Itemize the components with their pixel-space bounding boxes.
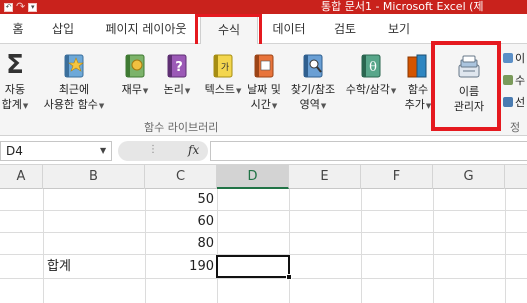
recently-used-button[interactable]: 최근에 사용한 함수▼ (38, 52, 110, 114)
coins-book-icon (125, 54, 145, 78)
group-divider (433, 50, 434, 130)
cell-c4[interactable]: 190 (145, 256, 217, 277)
stacked-books-icon (407, 54, 427, 78)
create-from-selection-icon (503, 97, 513, 107)
magnifier-book-icon (303, 54, 323, 78)
svg-text:?: ? (175, 60, 183, 75)
col-divider (361, 189, 362, 303)
col-divider (43, 189, 44, 303)
col-divider (217, 189, 218, 303)
col-divider (505, 189, 506, 303)
financial-label: 재무▼ (121, 83, 149, 96)
more-functions-label-1: 함수 (407, 83, 429, 96)
theta-book-icon: θ (361, 54, 381, 78)
formula-bar-dots[interactable]: ⋮ (148, 141, 159, 159)
cell-c2[interactable]: 60 (145, 211, 217, 232)
worksheet-grid: A B C D E F G 50 60 80 합계 190 (0, 165, 527, 303)
quick-access-toolbar: ↶ ↷ ▾ (0, 0, 38, 14)
more-functions-label-2: 추가▼ (404, 98, 432, 111)
create-from-selection-button[interactable]: 선 (503, 94, 525, 110)
formula-bar: D4 ▼ ⋮ fx (0, 137, 527, 165)
tab-page-layout[interactable]: 페이지 레이아웃 (98, 14, 194, 44)
svg-text:θ: θ (369, 60, 377, 75)
excel-window: ↶ ↷ ▾ 통합 문서1 - Microsoft Excel (제 홈 삽입 페… (0, 0, 527, 303)
date-time-label-1: 날짜 및 (247, 83, 281, 96)
insert-function-icon[interactable]: fx (188, 141, 199, 159)
define-name-label: 이 (515, 52, 526, 65)
autosum-button[interactable]: Σ 자동 합계▼ (0, 50, 30, 114)
column-header-c[interactable]: C (145, 165, 217, 189)
autosum-label-1: 자동 (4, 83, 26, 96)
column-headers: A B C D E F G (0, 165, 527, 189)
fill-handle[interactable] (286, 274, 292, 280)
use-in-formula-label: 수 (515, 74, 526, 87)
recent-label-1: 최근에 (58, 83, 90, 96)
tab-review[interactable]: 검토 (327, 14, 363, 44)
tab-home[interactable]: 홈 (6, 14, 30, 44)
math-trig-button[interactable]: θ 수학/삼각▼ (342, 52, 400, 99)
math-trig-label: 수학/삼각▼ (345, 83, 397, 96)
name-box[interactable]: D4 (0, 141, 112, 161)
text-book-icon: 가 (213, 54, 233, 78)
star-book-icon (64, 54, 84, 78)
active-cell-d4[interactable] (216, 255, 290, 278)
row-divider (0, 232, 527, 233)
window-title: 통합 문서1 - Microsoft Excel (제 (321, 0, 484, 13)
redo-button[interactable]: ↷ (16, 0, 25, 14)
date-time-label-2: 시간▼ (250, 98, 278, 111)
text-button[interactable]: 가 텍스트▼ (200, 52, 246, 99)
question-book-icon: ? (167, 54, 187, 78)
ribbon-tabs: 홈 삽입 페이지 레이아웃 수식 데이터 검토 보기 (0, 14, 527, 44)
financial-button[interactable]: 재무▼ (118, 52, 152, 99)
tab-data[interactable]: 데이터 (266, 14, 312, 44)
cell-c1[interactable]: 50 (145, 189, 217, 210)
tab-formulas[interactable]: 수식 (200, 14, 258, 44)
name-manager-icon (458, 55, 480, 78)
column-header-d[interactable]: D (217, 165, 289, 189)
function-library-group-label: 함수 라이브러리 (144, 121, 219, 134)
formula-input[interactable] (210, 141, 527, 161)
title-bar: ↶ ↷ ▾ 통합 문서1 - Microsoft Excel (제 (0, 0, 527, 14)
name-manager-label-2: 관리자 (453, 100, 485, 113)
date-time-button[interactable]: 날짜 및 시간▼ (243, 52, 285, 114)
more-functions-button[interactable]: 함수 추가▼ (403, 52, 433, 114)
row-divider (0, 210, 527, 211)
sigma-icon: Σ (6, 50, 24, 80)
row-divider (0, 254, 527, 255)
col-divider (289, 189, 290, 303)
column-header-a[interactable]: A (0, 165, 43, 189)
text-label: 텍스트▼ (204, 83, 242, 96)
column-header-e[interactable]: E (289, 165, 361, 189)
svg-text:가: 가 (221, 62, 229, 73)
cell-b4[interactable]: 합계 (43, 256, 145, 277)
chevron-down-icon[interactable]: ▼ (100, 142, 106, 160)
tab-view[interactable]: 보기 (381, 14, 417, 44)
customize-qat-button[interactable]: ▾ (28, 2, 38, 12)
column-header-g[interactable]: G (433, 165, 505, 189)
recent-label-2: 사용한 함수▼ (43, 98, 105, 111)
autosum-label-2: 합계▼ (1, 98, 29, 111)
ribbon-formulas: Σ 자동 합계▼ 최근에 사용한 함수▼ 재무▼ ? 논리▼ 가 텍스트▼ 날짜… (0, 44, 527, 150)
use-in-formula-icon (503, 75, 513, 85)
use-in-formula-button[interactable]: 수 (503, 72, 525, 88)
undo-icon[interactable]: ↶ (4, 2, 13, 12)
lookup-reference-button[interactable]: 찾기/참조 영역▼ (286, 52, 340, 114)
calendar-book-icon (254, 54, 274, 78)
name-manager-label-1: 이름 (458, 85, 480, 98)
col-divider (433, 189, 434, 303)
row-divider (0, 278, 527, 279)
define-name-button[interactable]: 이 (503, 50, 525, 66)
create-from-selection-label: 선 (515, 96, 526, 109)
define-name-icon (503, 53, 513, 63)
column-header-b[interactable]: B (43, 165, 145, 189)
lookup-label-1: 찾기/참조 (290, 83, 336, 96)
logical-label: 논리▼ (163, 83, 191, 96)
cell-c3[interactable]: 80 (145, 233, 217, 254)
name-manager-button[interactable]: 이름 관리자 (441, 54, 497, 114)
logical-button[interactable]: ? 논리▼ (160, 52, 194, 99)
lookup-label-2: 영역▼ (299, 98, 327, 111)
column-header-f[interactable]: F (361, 165, 433, 189)
tab-insert[interactable]: 삽입 (46, 14, 80, 44)
